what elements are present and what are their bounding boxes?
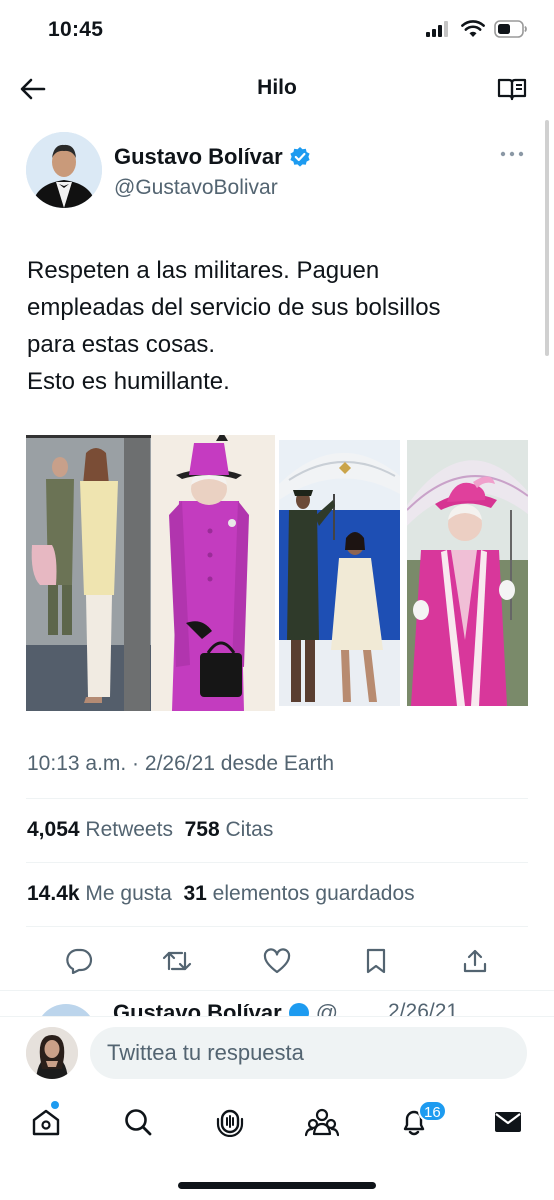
reply-bar <box>0 1016 554 1088</box>
reply-button[interactable] <box>62 944 96 978</box>
photo-women-with-soldier <box>26 435 275 711</box>
retweet-stats[interactable]: 4,054 Retweets 758 Citas <box>27 818 273 842</box>
tab-communities[interactable] <box>302 1102 342 1142</box>
bookmarks-label: elementos guardados <box>212 882 415 905</box>
tweet-text-line: Respeten a las militares. Paguen <box>27 257 380 284</box>
status-bar: 10:45 <box>0 0 554 62</box>
home-icon <box>32 1109 60 1136</box>
tweet-author: Gustavo Bolívar @GustavoBolivar <box>26 132 526 212</box>
more-options-button[interactable] <box>498 146 526 162</box>
notifications-badge: 16 <box>418 1100 447 1122</box>
like-icon <box>263 948 291 974</box>
photo-soldier-holding-umbrella <box>279 440 400 706</box>
author-name[interactable]: Gustavo Bolívar <box>114 144 311 170</box>
scroll-indicator[interactable] <box>545 120 549 356</box>
tweet-timestamp[interactable]: 10:13 a.m. · 2/26/21 desde Earth <box>27 752 334 776</box>
next-tweet-date: 2/26/21 <box>388 1000 459 1016</box>
signal-icon <box>426 21 448 37</box>
quotes-count: 758 <box>184 818 220 841</box>
reply-icon <box>66 948 93 974</box>
bookmark-button[interactable] <box>359 944 393 978</box>
share-icon <box>463 949 487 973</box>
divider <box>26 862 528 863</box>
photo-queen-pink-coat-umbrella <box>407 440 528 706</box>
verified-badge-icon <box>288 1003 309 1016</box>
retweets-count: 4,054 <box>27 818 80 841</box>
bookmark-icon <box>366 948 386 974</box>
battery-icon <box>494 20 527 38</box>
retweet-button[interactable] <box>160 944 194 978</box>
next-tweet-avatar[interactable] <box>36 1004 96 1016</box>
next-tweet-author-name: Gustavo Bolívar <box>113 1000 282 1016</box>
author-handle[interactable]: @GustavoBolivar <box>114 176 278 200</box>
bookmarks-count: 31 <box>183 882 207 905</box>
next-tweet-handle: @ <box>315 1000 339 1016</box>
divider <box>26 926 528 927</box>
search-icon <box>125 1109 152 1136</box>
share-button[interactable] <box>458 944 492 978</box>
reader-mode-button[interactable] <box>496 74 528 104</box>
tab-search[interactable] <box>118 1102 158 1142</box>
bottom-tab-bar: 16 <box>0 1088 554 1200</box>
communities-icon <box>305 1108 339 1137</box>
like-button[interactable] <box>260 944 294 978</box>
quotes-label: Citas <box>225 818 274 841</box>
tweet-media <box>26 435 528 711</box>
tweet-text-line: para estas cosas. <box>27 331 216 358</box>
user-avatar[interactable] <box>26 1027 78 1079</box>
author-name-text: Gustavo Bolívar <box>114 144 283 169</box>
thread-header: Hilo <box>0 62 554 118</box>
retweet-icon <box>162 951 192 971</box>
tweet-text-line: empleadas del servicio de sus bolsillos <box>27 294 441 321</box>
divider <box>0 990 554 991</box>
next-tweet-author: Gustavo Bolívar @ <box>113 1000 338 1016</box>
tab-home[interactable] <box>26 1102 66 1142</box>
page-title: Hilo <box>257 76 297 99</box>
user-avatar-image <box>26 1027 78 1079</box>
divider <box>26 798 528 799</box>
reply-input[interactable] <box>90 1027 527 1079</box>
more-dots-icon <box>500 151 524 157</box>
avatar-image <box>26 132 102 208</box>
home-indicator <box>178 1182 376 1189</box>
likes-count: 14.4k <box>27 882 80 905</box>
tweet-photo-2[interactable] <box>279 440 400 706</box>
tweet-actions <box>26 940 528 982</box>
verified-badge-icon <box>290 147 310 167</box>
tweet-text-line: Esto es humillante. <box>27 368 230 395</box>
tab-spaces[interactable] <box>210 1102 250 1142</box>
tweet-photo-3[interactable] <box>407 440 528 706</box>
messages-icon <box>495 1112 521 1132</box>
likes-label: Me gusta <box>85 882 172 905</box>
book-icon <box>497 78 527 101</box>
spaces-icon <box>216 1109 244 1137</box>
home-unread-dot <box>51 1101 59 1109</box>
tweet-photo-1[interactable] <box>26 435 275 711</box>
next-tweet[interactable]: Gustavo Bolívar @ 2/26/21 <box>0 990 554 1016</box>
status-time: 10:45 <box>48 18 104 41</box>
retweets-label: Retweets <box>85 818 173 841</box>
status-icons <box>426 20 528 38</box>
wifi-icon <box>461 20 485 37</box>
tweet-text: Respeten a las militares. Paguen emplead… <box>27 252 532 400</box>
author-avatar[interactable] <box>26 132 102 208</box>
like-stats[interactable]: 14.4k Me gusta 31 elementos guardados <box>27 882 415 906</box>
tab-messages[interactable] <box>488 1102 528 1142</box>
